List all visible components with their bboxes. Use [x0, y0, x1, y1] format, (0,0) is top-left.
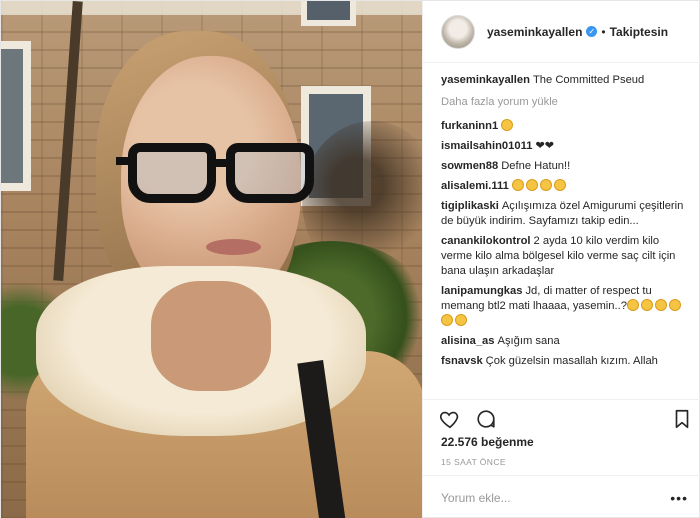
comment-username[interactable]: alisina_as — [441, 335, 495, 347]
verified-icon: ✓ — [586, 26, 598, 37]
follow-status-button[interactable]: Takiptesin — [610, 25, 668, 39]
collar-opening — [151, 281, 271, 391]
comment-item: alisina_as Aşığım sana — [441, 334, 691, 349]
post-header: yaseminkayallen ✓ • Takiptesin — [423, 1, 700, 63]
comment-item: tigiplikaski Açılışımıza özel Amigurumi ç… — [441, 199, 691, 229]
comment-input[interactable] — [441, 488, 661, 508]
emoji-icon — [511, 179, 524, 191]
comment-item: ismailsahin01011 ❤❤ — [441, 139, 691, 154]
comment-item: canankilokontrol 2 ayda 10 kilo verdim ki… — [441, 234, 691, 279]
caption-username[interactable]: yaseminkayallen — [441, 74, 530, 86]
comment-text: Aşığım sana — [497, 335, 560, 347]
load-more-comments[interactable]: Daha fazla yorum yükle — [441, 95, 691, 110]
comment-icon[interactable] — [475, 408, 497, 430]
heart-icon[interactable] — [439, 408, 461, 430]
comment-text: Çok güzelsin masallah kızım. Allah — [485, 355, 658, 367]
comment-item: lanipamungkas Jd, di matter of respect tu… — [441, 284, 691, 329]
caption-text: The Committed Pseud — [532, 74, 645, 86]
emoji-icon — [668, 299, 681, 311]
post-photo[interactable] — [1, 1, 422, 518]
avatar[interactable] — [441, 14, 475, 49]
comment-text: Defne Hatun!! — [501, 160, 571, 172]
lips — [206, 239, 261, 255]
comment-username[interactable]: alisalemi.111 — [441, 180, 509, 192]
emoji-icon — [626, 299, 639, 311]
window-left — [1, 41, 31, 191]
comment-username[interactable]: fsnavsk — [441, 355, 483, 367]
post-side-panel: yaseminkayallen ✓ • Takiptesin yaseminka… — [422, 1, 700, 518]
separator-dot: • — [601, 24, 606, 39]
glasses-lens-left — [128, 143, 216, 203]
glasses — [116, 143, 326, 208]
comment-item: furkaninn1 — [441, 119, 691, 134]
comment-username[interactable]: furkaninn1 — [441, 120, 498, 132]
comments-list: yaseminkayallen The Committed Pseud Daha … — [441, 73, 691, 395]
emoji-icon — [455, 314, 467, 326]
emoji-icon — [654, 299, 667, 311]
window-top — [301, 1, 356, 26]
comment-item: fsnavsk Çok güzelsin masallah kızım. Alla… — [441, 354, 691, 369]
action-bar — [423, 399, 700, 435]
comment-username[interactable]: canankilokontrol — [441, 235, 531, 247]
comment-text: ❤❤ — [535, 140, 555, 152]
emoji-icon — [501, 119, 514, 131]
glasses-lens-right — [226, 143, 314, 203]
emoji-icon — [525, 179, 538, 191]
cornice — [1, 1, 422, 15]
comment-item: alisalemi.111 — [441, 179, 691, 194]
comment-container: furkaninn1 ismailsahin01011 ❤❤ sowmen88 Defn… — [441, 119, 691, 369]
comment-username[interactable]: ismailsahin01011 — [441, 140, 532, 152]
likes-count[interactable]: 22.576 beğenme — [441, 435, 534, 449]
emoji-icon — [539, 179, 552, 191]
post-time: 15 SAAT ÖNCE — [441, 457, 506, 467]
emoji-icon — [441, 314, 453, 326]
bookmark-icon[interactable] — [671, 408, 693, 430]
comment-username[interactable]: tigiplikaski — [441, 200, 499, 212]
emoji-icon — [640, 299, 653, 311]
caption: yaseminkayallen The Committed Pseud — [441, 73, 691, 88]
comment-username[interactable]: sowmen88 — [441, 160, 498, 172]
emoji-icon — [553, 179, 566, 191]
add-comment-bar: ••• — [423, 475, 700, 518]
comment-username[interactable]: lanipamungkas — [441, 285, 522, 297]
comment-item: sowmen88 Defne Hatun!! — [441, 159, 691, 174]
instagram-post: yaseminkayallen ✓ • Takiptesin yaseminka… — [0, 0, 700, 518]
more-options-icon[interactable]: ••• — [670, 490, 688, 506]
header-username[interactable]: yaseminkayallen — [487, 25, 582, 39]
